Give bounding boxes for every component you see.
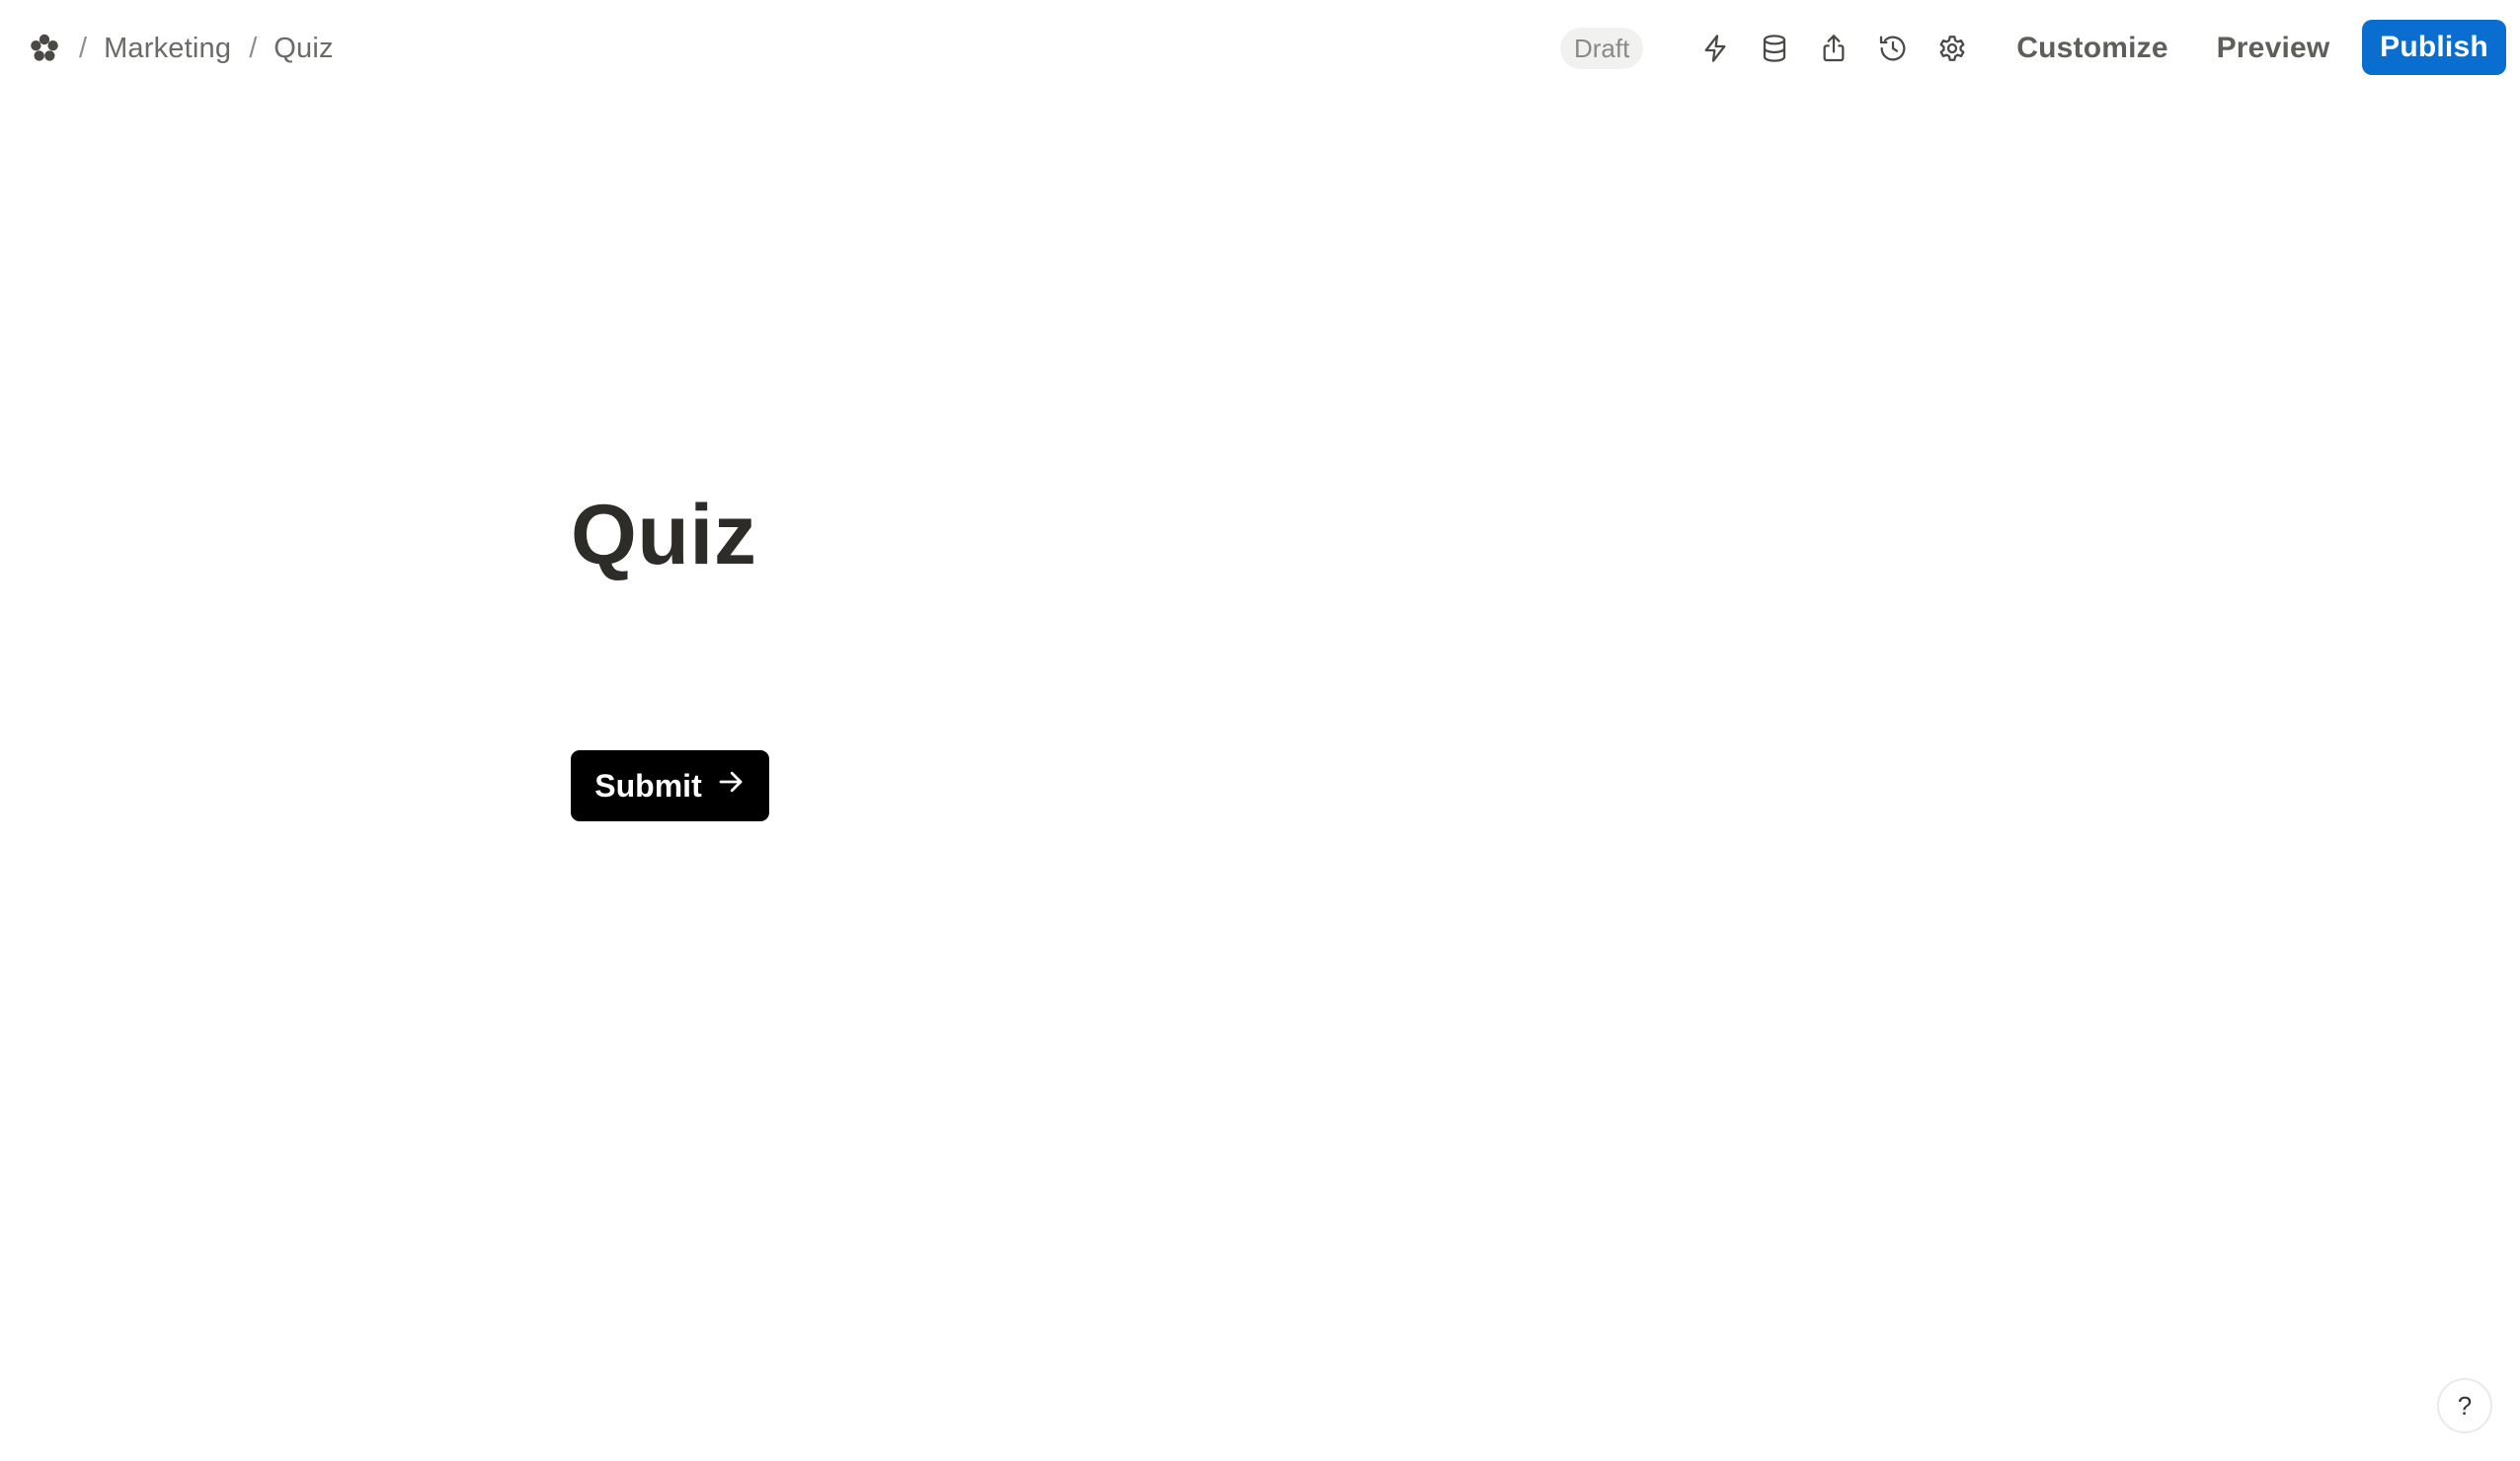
submit-button-label: Submit <box>594 767 702 804</box>
database-icon[interactable] <box>1753 27 1796 70</box>
publish-button[interactable]: Publish <box>2362 20 2506 75</box>
gear-icon[interactable] <box>1930 27 1974 70</box>
preview-button[interactable]: Preview <box>2204 22 2342 75</box>
lightning-icon[interactable] <box>1693 27 1737 70</box>
help-button[interactable]: ? <box>2437 1378 2492 1433</box>
flower-logo-icon[interactable] <box>28 32 61 65</box>
status-badge: Draft <box>1560 28 1644 69</box>
breadcrumb-item-quiz[interactable]: Quiz <box>274 33 333 65</box>
breadcrumb-item-marketing[interactable]: Marketing <box>104 33 231 65</box>
arrow-right-icon <box>716 767 746 805</box>
top-bar: / Marketing / Quiz Draft Customize Previ… <box>0 0 2520 97</box>
submit-button[interactable]: Submit <box>571 750 769 821</box>
share-icon[interactable] <box>1812 27 1855 70</box>
breadcrumb: / Marketing / Quiz <box>28 0 334 97</box>
form-title[interactable]: Quiz <box>571 482 756 588</box>
history-icon[interactable] <box>1871 27 1915 70</box>
breadcrumb-separator: / <box>79 32 88 64</box>
customize-button[interactable]: Customize <box>2005 22 2180 75</box>
breadcrumb-separator: / <box>249 32 258 64</box>
